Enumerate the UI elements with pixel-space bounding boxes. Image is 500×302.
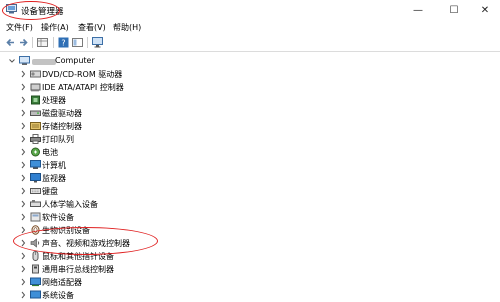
tree-item-label: 声音、视频和游戏控制器	[42, 239, 130, 248]
minimize-button[interactable]: —	[401, 0, 435, 20]
menu-help[interactable]: 帮助(H)	[113, 22, 141, 33]
tree-item-label: IDE ATA/ATAPI 控制器	[42, 83, 124, 92]
tree-item-label: 人体学输入设备	[42, 200, 98, 209]
tree-item-label: 生物识别设备	[42, 226, 90, 235]
chevron-right-icon[interactable]	[19, 186, 27, 196]
tree-item-usb[interactable]: 通用串行总线控制器	[0, 263, 500, 276]
svg-text:?: ?	[61, 39, 65, 48]
chevron-right-icon[interactable]	[19, 147, 27, 157]
ide-controller-icon	[30, 83, 41, 92]
device-tree: Computer DVD/CD-ROM 驱动器 IDE ATA/ATAPI 控制…	[0, 52, 500, 300]
tree-item-keyboard[interactable]: 键盘	[0, 185, 500, 198]
tree-item-label: 鼠标和其他指针设备	[42, 252, 114, 261]
tree-item-label: 电池	[42, 148, 58, 157]
tree-item-label: 存储控制器	[42, 122, 82, 131]
tree-item-battery[interactable]: 电池	[0, 146, 500, 159]
chevron-right-icon[interactable]	[19, 238, 27, 248]
monitor-icon[interactable]	[92, 37, 103, 48]
tree-item-disk[interactable]: 磁盘驱动器	[0, 107, 500, 120]
tree-item-print-queue[interactable]: 打印队列	[0, 133, 500, 146]
tree-item-biometric[interactable]: 生物识别设备	[0, 224, 500, 237]
chevron-right-icon[interactable]	[19, 225, 27, 235]
chevron-right-icon[interactable]	[19, 251, 27, 261]
chevron-right-icon[interactable]	[19, 121, 27, 131]
tree-item-label: 磁盘驱动器	[42, 109, 82, 118]
processor-icon	[31, 95, 40, 105]
tree-item-mouse[interactable]: 鼠标和其他指针设备	[0, 250, 500, 263]
tree-item-label: 通用串行总线控制器	[42, 265, 114, 274]
tree-item-hid[interactable]: 人体学输入设备	[0, 198, 500, 211]
menu-action[interactable]: 操作(A)	[41, 22, 69, 33]
tree-item-computer[interactable]: 计算机	[0, 159, 500, 172]
chevron-down-icon[interactable]	[8, 56, 16, 66]
tree-item-label: 计算机	[42, 161, 66, 170]
menu-bar: 文件(F) 操作(A) 查看(V) 帮助(H)	[0, 20, 500, 33]
toolbar-separator	[53, 37, 54, 48]
tree-item-label: 监视器	[42, 174, 66, 183]
tree-item-label: 软件设备	[42, 213, 74, 222]
tree-item-processor[interactable]: 处理器	[0, 94, 500, 107]
tree-item-monitor[interactable]: 监视器	[0, 172, 500, 185]
chevron-right-icon[interactable]	[19, 212, 27, 222]
properties-grid-icon[interactable]	[37, 37, 48, 48]
hid-icon	[30, 200, 41, 207]
redacted-computer-name	[32, 59, 56, 65]
menu-view[interactable]: 查看(V)	[78, 22, 106, 33]
disk-drive-icon	[30, 110, 41, 116]
chevron-right-icon[interactable]	[19, 82, 27, 92]
biometric-icon	[31, 225, 40, 235]
tree-item-label: DVD/CD-ROM 驱动器	[42, 70, 123, 79]
help-icon[interactable]: ?	[58, 37, 69, 48]
toolbar-separator	[32, 37, 33, 48]
computer-icon	[19, 56, 30, 65]
tree-item-software[interactable]: 软件设备	[0, 211, 500, 224]
tree-root-computer[interactable]: Computer	[0, 55, 500, 68]
tree-item-label: 处理器	[42, 96, 66, 105]
software-device-icon	[30, 212, 41, 222]
tree-item-storage[interactable]: 存储控制器	[0, 120, 500, 133]
toolbar: ?	[0, 34, 500, 52]
monitor-icon	[30, 173, 41, 183]
title-bar: 设备管理器 — ☐ ✕	[0, 0, 500, 20]
tree-item-ide[interactable]: IDE ATA/ATAPI 控制器	[0, 81, 500, 94]
speaker-icon	[30, 238, 40, 248]
tree-root-label: Computer	[55, 56, 95, 65]
tree-item-label: 打印队列	[42, 135, 74, 144]
toolbar-separator	[87, 37, 88, 48]
chevron-right-icon[interactable]	[19, 277, 27, 287]
device-manager-icon	[6, 4, 17, 14]
usb-icon	[32, 264, 39, 274]
chevron-right-icon[interactable]	[19, 264, 27, 274]
back-icon[interactable]	[5, 37, 16, 48]
chevron-right-icon[interactable]	[19, 134, 27, 144]
mouse-icon	[32, 251, 39, 261]
menu-file[interactable]: 文件(F)	[6, 22, 33, 33]
tree-item-dvd[interactable]: DVD/CD-ROM 驱动器	[0, 68, 500, 81]
chevron-right-icon[interactable]	[19, 69, 27, 79]
maximize-button[interactable]: ☐	[437, 0, 471, 20]
tree-item-label: 键盘	[42, 187, 58, 196]
tree-item-system[interactable]: 系统设备	[0, 289, 500, 302]
tree-item-network[interactable]: 网络适配器	[0, 276, 500, 289]
chevron-right-icon[interactable]	[19, 173, 27, 183]
storage-controller-icon	[30, 122, 41, 130]
dvd-drive-icon	[30, 70, 41, 78]
battery-icon	[31, 147, 40, 157]
view-panel-icon[interactable]	[72, 37, 83, 48]
chevron-right-icon[interactable]	[19, 160, 27, 170]
window-title: 设备管理器	[21, 7, 64, 17]
chevron-right-icon[interactable]	[19, 199, 27, 209]
network-adapter-icon	[30, 277, 41, 287]
close-button[interactable]: ✕	[468, 0, 500, 20]
forward-icon[interactable]	[18, 37, 29, 48]
tree-item-label: 网络适配器	[42, 278, 82, 287]
tree-item-sound[interactable]: 声音、视频和游戏控制器	[0, 237, 500, 250]
computer-icon	[30, 160, 41, 169]
chevron-right-icon[interactable]	[19, 108, 27, 118]
printer-icon	[30, 134, 41, 144]
chevron-right-icon[interactable]	[19, 95, 27, 105]
keyboard-icon	[30, 188, 41, 194]
